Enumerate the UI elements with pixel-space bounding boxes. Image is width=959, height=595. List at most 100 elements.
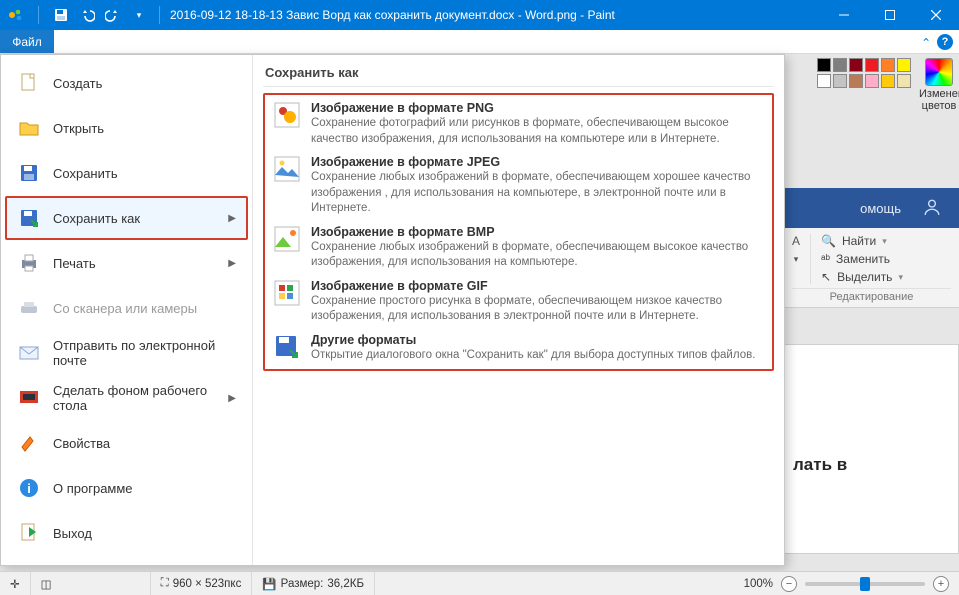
file-menu-new[interactable]: Создать	[5, 61, 248, 105]
title-bar: ▾ 2016-09-12 18-18-13 Завис Ворд как сох…	[0, 0, 959, 30]
format-desc: Открытие диалогового окна "Сохранить как…	[311, 348, 755, 364]
file-menu-email[interactable]: Отправить по электронной почте	[5, 331, 248, 375]
chevron-right-icon: ▶	[228, 393, 236, 404]
format-other[interactable]: Другие форматыОткрытие диалогового окна …	[273, 333, 764, 364]
rainbow-icon	[925, 58, 953, 86]
selection-info: ◫	[31, 572, 151, 595]
format-bmp[interactable]: Изображение в формате BMPСохранение любы…	[273, 225, 764, 271]
search-icon: 🔍	[821, 234, 836, 248]
minimize-button[interactable]	[821, 0, 867, 30]
canvas-size: ⛶ 960 × 523пкс	[151, 572, 253, 595]
window-title: 2016-09-12 18-18-13 Завис Ворд как сохра…	[164, 8, 821, 22]
email-icon	[17, 341, 41, 365]
format-desc: Сохранение любых изображений в формате, …	[311, 170, 764, 217]
help-icon[interactable]: ?	[937, 34, 953, 50]
format-title: Изображение в формате GIF	[311, 279, 764, 293]
color-swatch[interactable]	[897, 74, 911, 88]
select-label: Выделить	[837, 270, 892, 284]
bmp-format-icon	[273, 225, 301, 253]
find-button[interactable]: 🔍Найти▾	[821, 234, 903, 248]
file-menu-exit[interactable]: Выход	[5, 511, 248, 555]
color-swatches[interactable]	[817, 58, 911, 88]
format-png[interactable]: Изображение в формате PNGСохранение фото…	[273, 101, 764, 147]
file-menu-label: Свойства	[53, 436, 110, 451]
format-gif[interactable]: Изображение в формате GIFСохранение прос…	[273, 279, 764, 325]
file-menu-saveas[interactable]: Сохранить как▶	[5, 196, 248, 240]
file-menu-scanner: Со сканера или камеры	[5, 286, 248, 330]
svg-text:i: i	[27, 481, 31, 496]
word-window-fragment: омощь A ▾ 🔍Найти▾ ᵃᵇЗаменить ↖Выделить▾ …	[784, 188, 959, 308]
color-swatch[interactable]	[897, 58, 911, 72]
gif-format-icon	[273, 279, 301, 307]
format-title: Другие форматы	[311, 333, 755, 347]
word-titlebar-fragment: омощь	[784, 188, 959, 228]
redo-icon[interactable]	[105, 7, 121, 23]
saveas-icon	[17, 206, 41, 230]
style-icon[interactable]: A	[792, 234, 800, 248]
file-menu-panel: Сохранить как Изображение в формате PNGС…	[253, 55, 784, 565]
file-menu-label: Со сканера или камеры	[53, 301, 197, 316]
cursor-icon: ↖	[821, 270, 831, 284]
resize-icon: ⛶	[161, 577, 169, 590]
jpeg-format-icon	[273, 155, 301, 183]
color-swatch[interactable]	[833, 58, 847, 72]
open-icon	[17, 116, 41, 140]
word-ribbon-fragment: A ▾ 🔍Найти▾ ᵃᵇЗаменить ↖Выделить▾ Редакт…	[784, 228, 959, 308]
word-document-fragment: лать в	[784, 344, 959, 554]
color-swatch[interactable]	[865, 74, 879, 88]
maximize-button[interactable]	[867, 0, 913, 30]
file-menu-print[interactable]: Печать▶	[5, 241, 248, 285]
file-menu-about[interactable]: i О программе	[5, 466, 248, 510]
format-jpeg[interactable]: Изображение в формате JPEGСохранение люб…	[273, 155, 764, 217]
color-swatch[interactable]	[817, 74, 831, 88]
editing-group-label: Редактирование	[792, 288, 951, 303]
word-tab-fragment: омощь	[860, 201, 901, 216]
file-menu-wallpaper[interactable]: Сделать фоном рабочего стола▶	[5, 376, 248, 420]
zoom-slider[interactable]	[805, 582, 925, 586]
file-menu-label: Сохранить	[53, 166, 118, 181]
color-swatch[interactable]	[865, 58, 879, 72]
save-as-formats: Изображение в формате PNGСохранение фото…	[263, 93, 774, 371]
new-icon	[17, 71, 41, 95]
qat-dropdown-icon[interactable]: ▾	[131, 7, 147, 23]
color-swatch[interactable]	[817, 58, 831, 72]
close-button[interactable]	[913, 0, 959, 30]
print-icon	[17, 251, 41, 275]
file-size-label: Размер:	[281, 578, 324, 590]
about-icon: i	[17, 476, 41, 500]
color-swatch[interactable]	[849, 58, 863, 72]
file-size-value: 36,2КБ	[327, 578, 364, 590]
save-icon	[17, 161, 41, 185]
other-format-icon	[273, 333, 301, 361]
file-menu-props[interactable]: Свойства	[5, 421, 248, 465]
file-menu-open[interactable]: Открыть	[5, 106, 248, 150]
file-menu-label: Открыть	[53, 121, 104, 136]
person-icon	[923, 198, 941, 219]
workspace: Изменение цветов омощь A ▾ 🔍Найти▾ ᵃᵇЗам…	[0, 54, 959, 571]
file-size: 💾 Размер: 36,2КБ	[252, 572, 375, 595]
format-desc: Сохранение простого рисунка в формате, о…	[311, 294, 764, 325]
select-button[interactable]: ↖Выделить▾	[821, 270, 903, 284]
save-as-header: Сохранить как	[263, 63, 774, 87]
chevron-right-icon: ▶	[228, 213, 236, 224]
cursor-position: ✛	[0, 572, 31, 595]
collapse-ribbon-icon[interactable]: ⌄	[921, 35, 931, 49]
file-menu-label: О программе	[53, 481, 133, 496]
file-menu-save[interactable]: Сохранить	[5, 151, 248, 195]
disk-icon: 💾	[262, 577, 276, 591]
color-swatch[interactable]	[833, 74, 847, 88]
crosshair-icon: ✛	[10, 577, 20, 591]
file-menu-list: Создать Открыть Сохранить Сохранить как▶Печ…	[1, 55, 253, 565]
edit-colors-button[interactable]: Изменение цветов	[919, 58, 959, 112]
color-swatch[interactable]	[881, 58, 895, 72]
zoom-out-button[interactable]: −	[781, 576, 797, 592]
undo-icon[interactable]	[79, 7, 95, 23]
save-icon[interactable]	[53, 7, 69, 23]
color-swatch[interactable]	[881, 74, 895, 88]
window-controls	[821, 0, 959, 30]
replace-button[interactable]: ᵃᵇЗаменить	[821, 252, 903, 266]
zoom-in-button[interactable]: +	[933, 576, 949, 592]
file-tab[interactable]: Файл	[0, 30, 54, 53]
color-swatch[interactable]	[849, 74, 863, 88]
chevron-right-icon: ▶	[228, 258, 236, 269]
